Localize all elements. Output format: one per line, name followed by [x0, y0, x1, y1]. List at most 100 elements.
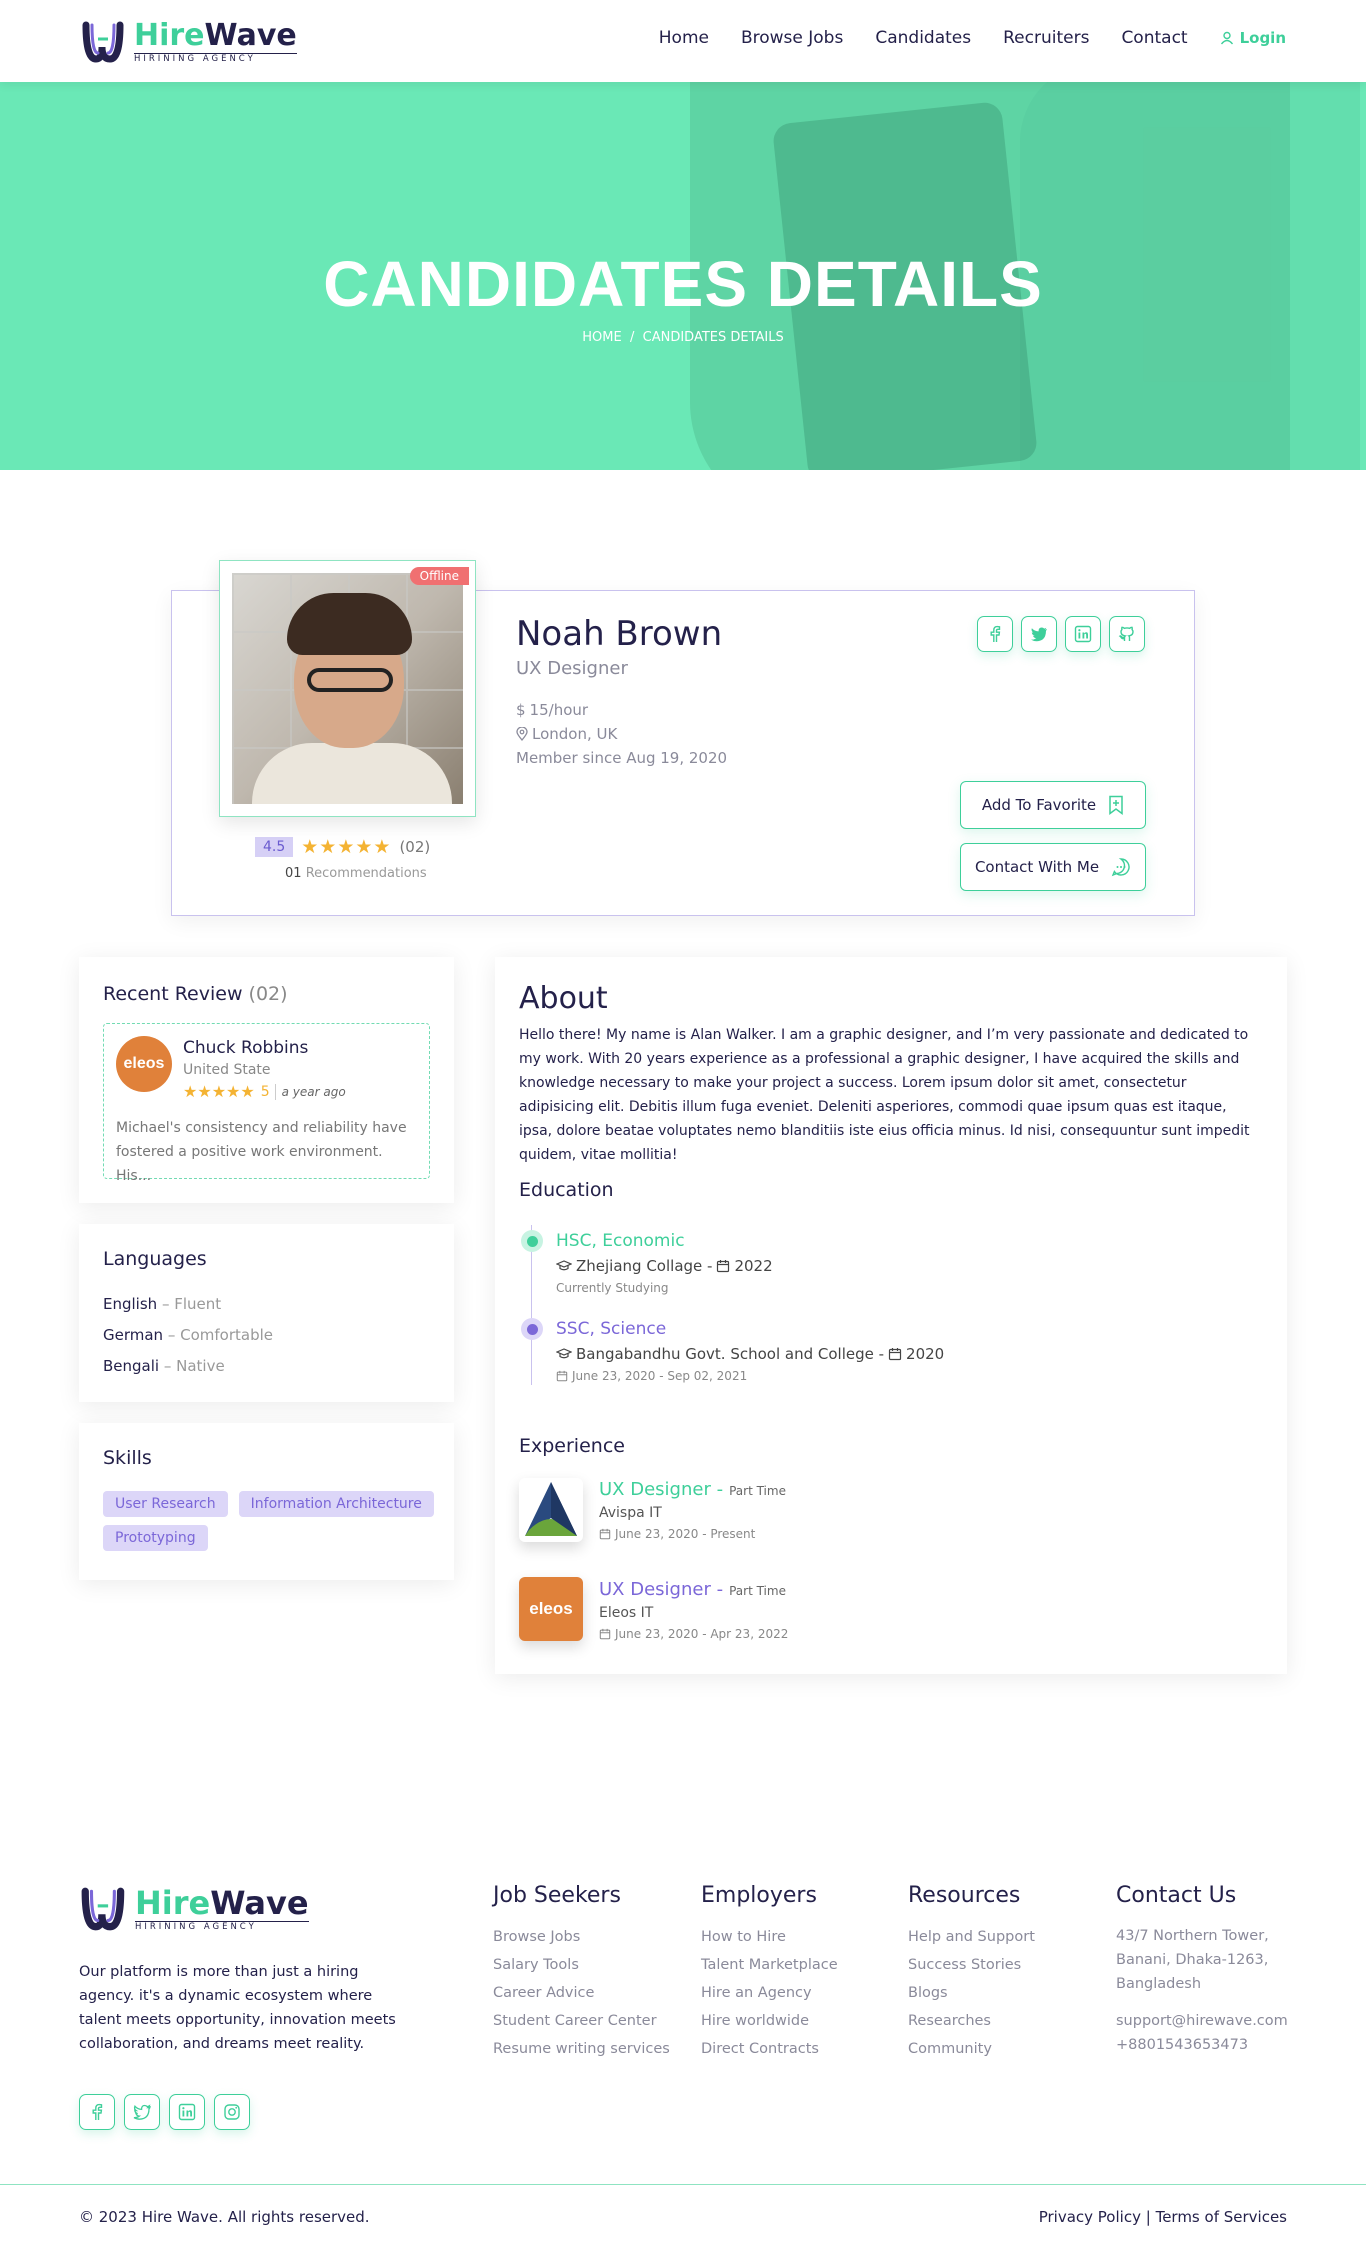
- location-pin-icon: [516, 727, 528, 741]
- site-logo[interactable]: HireWave HIRINING AGENCY: [80, 16, 297, 68]
- calendar-icon: [888, 1348, 902, 1361]
- rating-value: 4.5: [255, 837, 294, 857]
- footer-column-title: Contact Us: [1116, 1883, 1237, 1908]
- contact-address: 43/7 Northern Tower, Banani, Dhaka-1263,…: [1116, 1928, 1269, 1992]
- nav-candidates[interactable]: Candidates: [875, 28, 971, 48]
- footer-link[interactable]: Researches: [908, 2012, 1035, 2030]
- language-item: English – Fluent: [103, 1295, 222, 1313]
- footer-column-resources: Resources Help and Support Success Stori…: [908, 1883, 1035, 2068]
- candidate-location: London, UK: [516, 725, 617, 743]
- footer-link[interactable]: Hire worldwide: [701, 2012, 838, 2030]
- github-icon[interactable]: [1109, 616, 1145, 652]
- footer-link[interactable]: Talent Marketplace: [701, 1956, 838, 1974]
- experience-role: UX Designer - Part Time: [599, 1479, 786, 1500]
- breadcrumb-separator: /: [629, 330, 635, 345]
- bookmark-add-icon: [1109, 795, 1123, 815]
- breadcrumb-home[interactable]: HOME: [582, 330, 621, 345]
- rating-stars: ★★★★★: [301, 836, 392, 858]
- candidate-photo: [232, 573, 463, 804]
- calendar-icon: [599, 1528, 611, 1540]
- logo-mark-icon: [79, 1883, 131, 1935]
- page-title: CANDIDATES DETAILS: [323, 248, 1043, 320]
- candidate-rating: 4.5 ★★★★★ (02): [255, 836, 430, 858]
- twitter-icon[interactable]: [1021, 616, 1057, 652]
- dollar-icon: $: [516, 701, 526, 719]
- education-title: Education: [519, 1179, 614, 1201]
- nav-contact[interactable]: Contact: [1121, 28, 1187, 48]
- timeline-dot-current: [521, 1230, 543, 1252]
- footer-link[interactable]: Help and Support: [908, 1928, 1035, 1946]
- eleos-logo: eleos: [519, 1577, 583, 1641]
- language-item: Bengali – Native: [103, 1357, 225, 1375]
- footer-link[interactable]: Career Advice: [493, 1984, 670, 2002]
- linkedin-icon[interactable]: [169, 2094, 205, 2130]
- facebook-icon[interactable]: [79, 2094, 115, 2130]
- skill-tag[interactable]: User Research: [103, 1491, 228, 1517]
- timeline-dot-completed: [521, 1318, 543, 1340]
- contact-phone[interactable]: +8801543653473: [1116, 2036, 1296, 2054]
- footer-link[interactable]: Blogs: [908, 1984, 1035, 2002]
- nav-home[interactable]: Home: [659, 28, 709, 48]
- footer-link[interactable]: How to Hire: [701, 1928, 838, 1946]
- facebook-icon[interactable]: [977, 616, 1013, 652]
- breadcrumb: HOME / CANDIDATES DETAILS: [0, 330, 1366, 345]
- login-label: Login: [1239, 29, 1286, 47]
- footer-link[interactable]: Community: [908, 2040, 1035, 2058]
- twitter-icon[interactable]: [124, 2094, 160, 2130]
- education-institution: Bangabandhu Govt. School and College - 2…: [556, 1345, 944, 1363]
- footer-link[interactable]: Success Stories: [908, 1956, 1035, 1974]
- footer-column-contact: Contact Us 43/7 Northern Tower, Banani, …: [1116, 1883, 1296, 2064]
- experience-period: June 23, 2020 - Present: [599, 1527, 755, 1541]
- experience-role: UX Designer - Part Time: [599, 1579, 786, 1600]
- review-item: eleos Chuck Robbins United State ★★★★★ 5…: [103, 1023, 430, 1184]
- education-institution: Zhejiang Collage - 2022: [556, 1257, 773, 1275]
- reviewer-logo: eleos: [116, 1036, 172, 1092]
- recommendations-count: 01: [285, 866, 302, 881]
- experience-company: Avispa IT: [599, 1505, 662, 1521]
- status-badge: Offline: [409, 567, 469, 585]
- add-to-favorite-label: Add To Favorite: [981, 796, 1097, 814]
- terms-of-services-link[interactable]: Terms of Services: [1156, 2208, 1287, 2226]
- footer-link[interactable]: Salary Tools: [493, 1956, 670, 1974]
- add-to-favorite-button[interactable]: Add To Favorite: [960, 781, 1146, 829]
- avispa-logo: [519, 1478, 583, 1542]
- about-title: About: [519, 981, 608, 1016]
- linkedin-icon[interactable]: [1065, 616, 1101, 652]
- chat-icon: [1111, 858, 1130, 877]
- footer-column-title: Resources: [908, 1883, 1021, 1908]
- copyright-text: © 2023 Hire Wave. All rights reserved.: [79, 2208, 370, 2226]
- instagram-icon[interactable]: [214, 2094, 250, 2130]
- recommendations: 01 Recommendations: [285, 866, 427, 881]
- nav-recruiters[interactable]: Recruiters: [1003, 28, 1089, 48]
- footer-link[interactable]: Hire an Agency: [701, 1984, 838, 2002]
- login-button[interactable]: Login: [1220, 29, 1286, 47]
- logo-tagline: HIRINING AGENCY: [135, 1920, 309, 1932]
- recommendations-label: Recommendations: [305, 866, 427, 881]
- nav-browse-jobs[interactable]: Browse Jobs: [741, 28, 843, 48]
- experience-period: June 23, 2020 - Apr 23, 2022: [599, 1627, 788, 1641]
- footer-link[interactable]: Resume writing services: [493, 2040, 670, 2058]
- footer-link[interactable]: Browse Jobs: [493, 1928, 670, 1946]
- education-period: June 23, 2020 - Sep 02, 2021: [556, 1369, 747, 1383]
- skill-tag[interactable]: Information Architecture: [238, 1491, 434, 1517]
- languages-list: English – Fluent German – Comfortable Be…: [103, 1282, 273, 1375]
- location-value: London, UK: [532, 725, 618, 743]
- reviewer-location: United State: [183, 1062, 271, 1078]
- footer-link[interactable]: Direct Contracts: [701, 2040, 838, 2058]
- contact-with-me-button[interactable]: Contact With Me: [960, 843, 1146, 891]
- contact-email[interactable]: support@hirewave.com: [1116, 2012, 1296, 2030]
- privacy-policy-link[interactable]: Privacy Policy: [1039, 2208, 1141, 2226]
- candidate-title: UX Designer: [516, 658, 628, 679]
- calendar-icon: [556, 1370, 568, 1382]
- recent-review-title: Recent Review: [103, 983, 243, 1005]
- contact-with-me-label: Contact With Me: [974, 858, 1100, 876]
- graduation-cap-icon: [556, 1348, 572, 1359]
- skills-list: User Research Information Architecture P…: [103, 1491, 443, 1559]
- skill-tag[interactable]: Prototyping: [103, 1525, 208, 1551]
- languages-title: Languages: [103, 1248, 207, 1270]
- footer-link[interactable]: Student Career Center: [493, 2012, 670, 2030]
- language-item: German – Comfortable: [103, 1326, 274, 1344]
- footer-logo[interactable]: HireWave HIRINING AGENCY: [79, 1883, 309, 1935]
- languages-card: Languages English – Fluent German – Comf…: [79, 1224, 454, 1402]
- footer-divider: [0, 2184, 1366, 2185]
